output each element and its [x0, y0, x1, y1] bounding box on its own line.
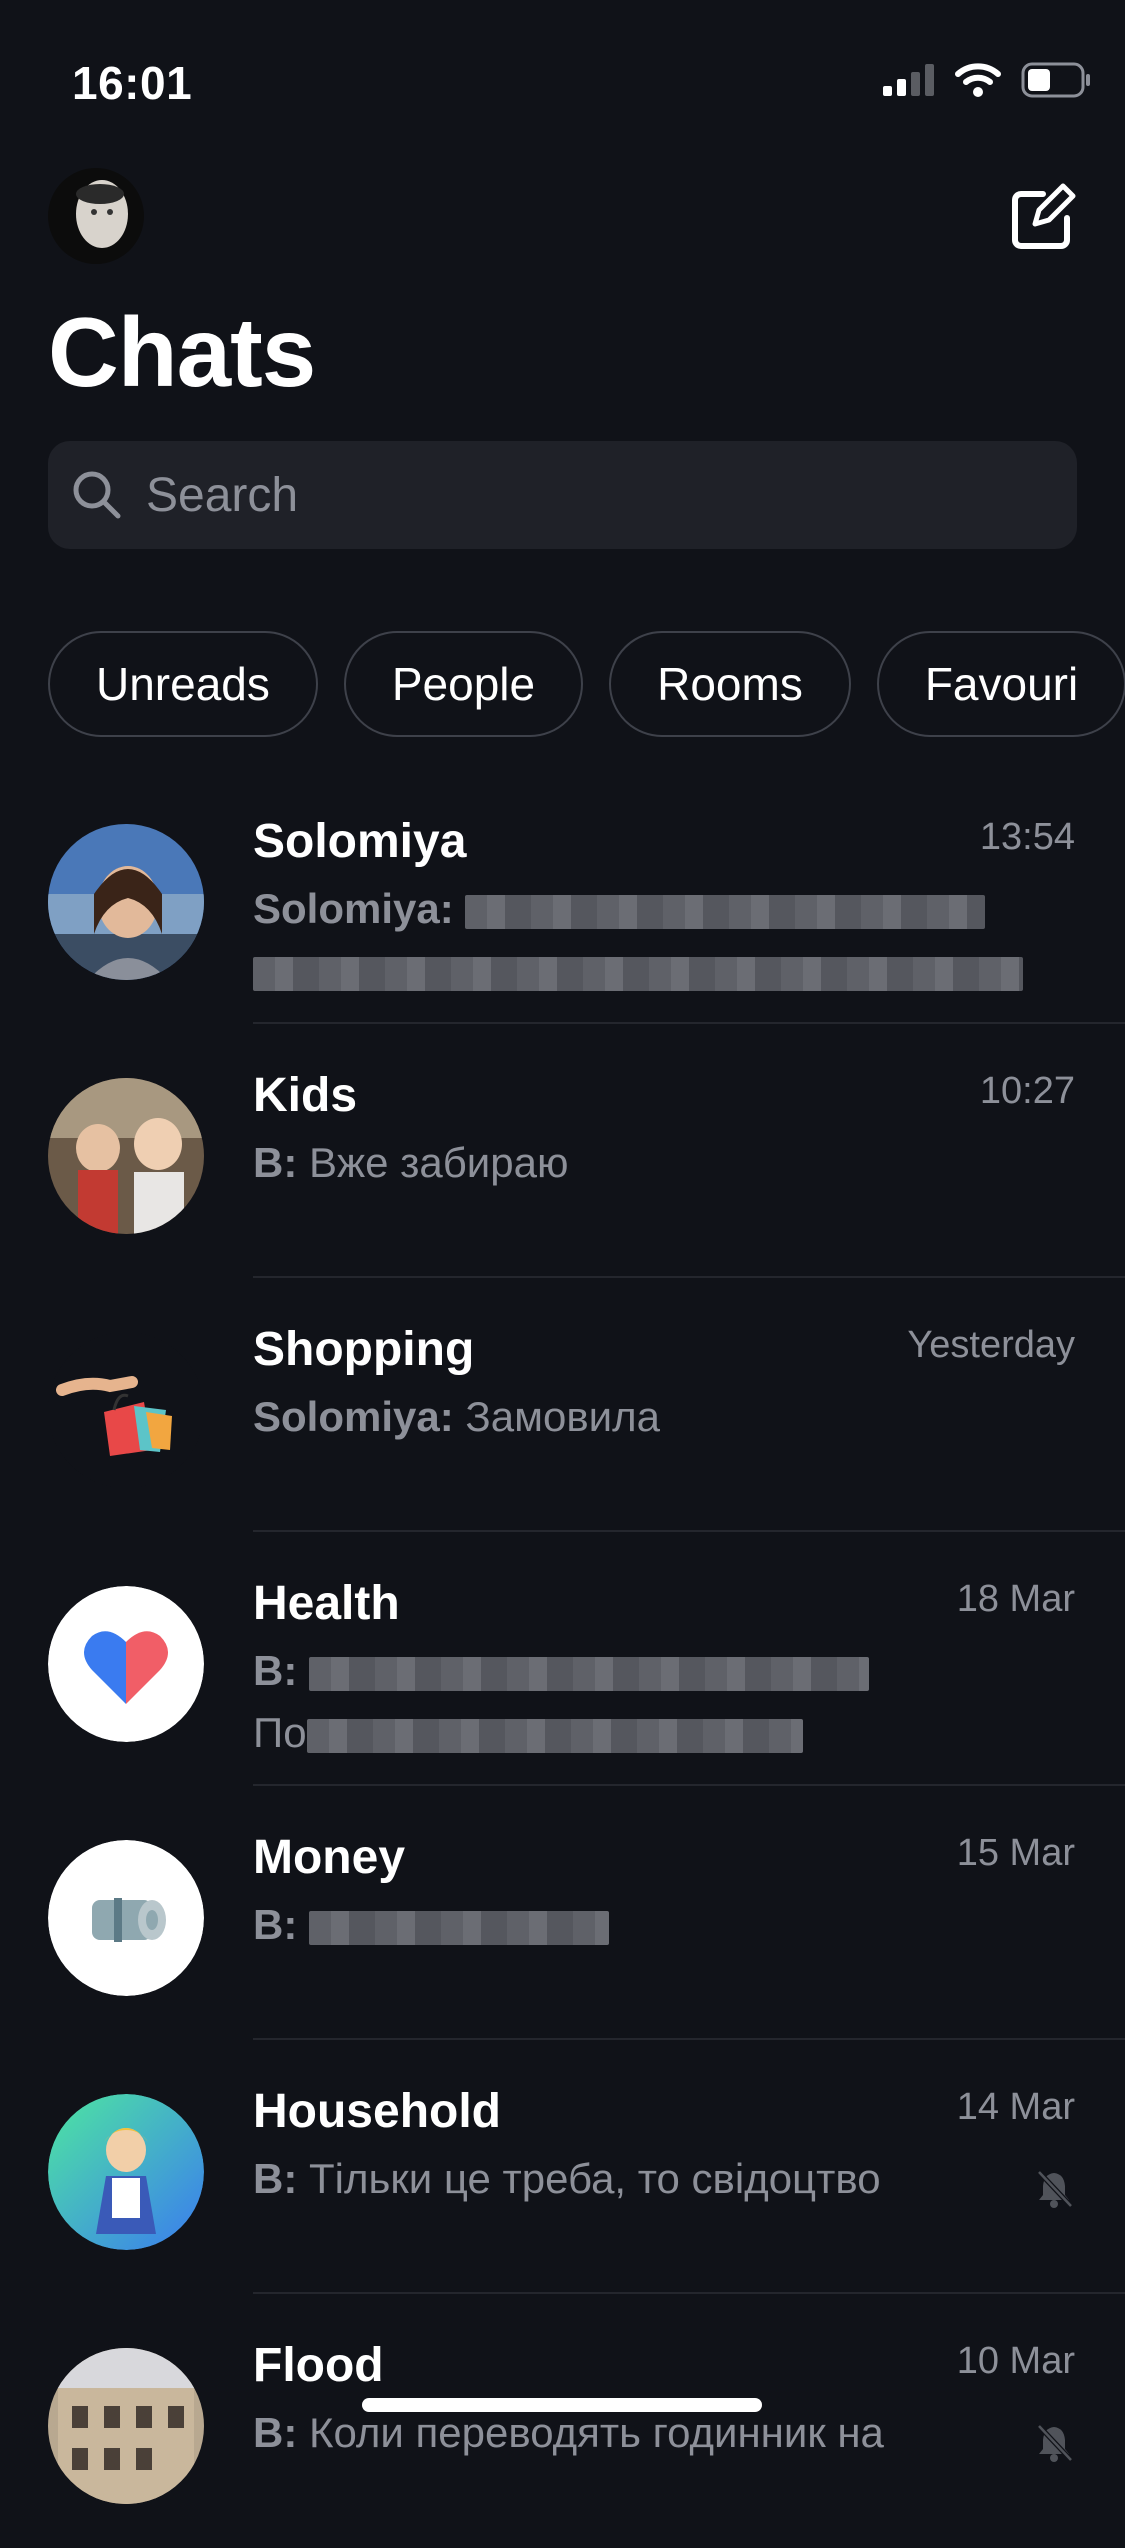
redacted-text — [306, 1718, 803, 1753]
avatar — [48, 2094, 204, 2250]
chat-list: Solomiya 13:54 Solomiya: Kids 10:27 B: В… — [0, 770, 1125, 2548]
money-roll-icon — [48, 1840, 204, 1996]
shopping-bags-icon — [48, 1332, 204, 1488]
redacted-text — [465, 894, 986, 929]
wifi-icon — [955, 63, 1001, 97]
chat-message: Коли переводять годинник на — [309, 2409, 884, 2456]
chat-time: 10 Mar — [956, 2340, 1075, 2382]
chat-preview: B: По — [253, 1640, 1013, 1764]
filter-people[interactable]: People — [343, 631, 584, 737]
chat-row-household[interactable]: Household 14 Mar B: Тільки це треба, то … — [0, 2040, 1125, 2294]
user-avatar[interactable] — [48, 168, 144, 264]
filter-favourites[interactable]: Favouri — [876, 631, 1125, 737]
redacted-text — [309, 1656, 869, 1691]
chat-sender: B: — [253, 2155, 298, 2202]
chat-message: По — [253, 1709, 307, 1756]
chat-row-money[interactable]: Money 15 Mar B: — [0, 1786, 1125, 2040]
chat-row-health[interactable]: Health 18 Mar B: По — [0, 1532, 1125, 1786]
chat-name: Flood — [253, 2339, 384, 2392]
chat-time: 15 Mar — [956, 1832, 1075, 1874]
compose-button[interactable] — [1007, 182, 1077, 252]
chat-name: Kids — [253, 1069, 358, 1122]
redacted-text — [309, 1910, 609, 1945]
chat-name: Household — [253, 2085, 501, 2138]
filter-rooms[interactable]: Rooms — [609, 631, 851, 737]
chat-row-shopping[interactable]: Shopping Yesterday Solomiya: Замовила — [0, 1278, 1125, 1532]
chat-time: 14 Mar — [956, 2086, 1075, 2128]
chat-preview: B: Тільки це треба, то свідоцтво — [253, 2148, 1013, 2210]
signal-icon — [883, 64, 934, 96]
search-icon — [73, 471, 121, 519]
avatar — [48, 1586, 204, 1742]
chat-time: Yesterday — [907, 1324, 1075, 1366]
redacted-text — [253, 956, 1023, 991]
chat-row-solomiya[interactable]: Solomiya 13:54 Solomiya: — [0, 770, 1125, 1024]
avatar — [48, 1332, 204, 1488]
chat-name: Money — [253, 1831, 406, 1884]
avatar — [48, 1840, 204, 1996]
page-title: Chats — [48, 297, 316, 407]
avatar — [48, 824, 204, 980]
status-bar: 16:01 — [0, 0, 1125, 160]
chat-sender: B: — [253, 1139, 298, 1186]
chat-sender: Solomiya: — [253, 885, 454, 932]
filter-chips: Unreads People Rooms Favouri — [48, 631, 1125, 739]
chat-sender: Solomiya: — [253, 1393, 454, 1440]
chat-name: Solomiya — [253, 815, 467, 868]
chat-message: Вже забираю — [309, 1139, 569, 1186]
chat-preview: B: Вже забираю — [253, 1132, 1013, 1194]
muted-bell-icon — [1037, 2424, 1073, 2462]
avatar — [48, 1078, 204, 1234]
chat-sender: B: — [253, 1901, 298, 1948]
chat-preview: Solomiya: Замовила — [253, 1386, 1013, 1448]
muted-bell-icon — [1037, 2170, 1073, 2208]
home-indicator[interactable] — [362, 2398, 762, 2412]
chat-sender: B: — [253, 2409, 298, 2456]
chat-sender: B: — [253, 1647, 298, 1694]
status-time: 16:01 — [72, 57, 193, 109]
heart-icon — [48, 1586, 204, 1742]
chat-message: Замовила — [465, 1393, 660, 1440]
chat-time: 10:27 — [979, 1070, 1075, 1112]
status-icons — [883, 62, 1091, 98]
compose-icon — [1012, 183, 1076, 249]
chat-preview: B: — [253, 1894, 1013, 1956]
chat-row-flood[interactable]: Flood 10 Mar B: Коли переводять годинник… — [0, 2294, 1125, 2548]
chat-name: Health — [253, 1577, 400, 1630]
search-input[interactable] — [144, 466, 1077, 524]
chat-time: 18 Mar — [956, 1578, 1075, 1620]
chat-preview: Solomiya: — [253, 878, 1023, 1002]
avatar — [48, 2348, 204, 2504]
filter-unreads[interactable]: Unreads — [48, 631, 318, 737]
chat-message: Тільки це треба, то свідоцтво — [309, 2155, 881, 2202]
chat-name: Shopping — [253, 1323, 475, 1376]
battery-icon — [1021, 62, 1090, 98]
chat-row-kids[interactable]: Kids 10:27 B: Вже забираю — [0, 1024, 1125, 1278]
search-box[interactable] — [48, 441, 1077, 549]
chat-time: 13:54 — [979, 816, 1075, 858]
